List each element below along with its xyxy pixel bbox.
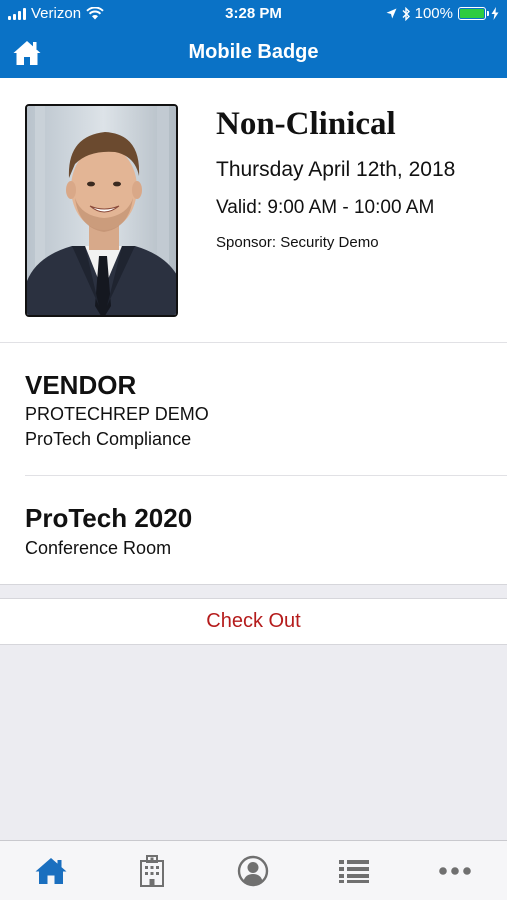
visitor-name: PROTECHREP DEMO	[25, 404, 209, 424]
bluetooth-icon	[402, 6, 410, 21]
visitor-photo	[25, 104, 178, 317]
home-icon	[35, 858, 67, 884]
tab-bar	[0, 840, 507, 900]
tab-list[interactable]	[337, 855, 371, 887]
charging-bolt-icon	[491, 7, 499, 20]
event-location: Conference Room	[25, 538, 172, 558]
navigation-bar: Mobile Badge	[0, 28, 507, 78]
divider	[25, 475, 507, 476]
tab-home[interactable]	[34, 855, 68, 887]
tab-profile[interactable]	[236, 855, 270, 887]
building-icon	[140, 855, 164, 887]
divider	[0, 342, 507, 343]
badge-card: Non-Clinical Thursday April 12th, 2018 V…	[0, 78, 507, 585]
event-name: ProTech 2020	[25, 503, 193, 533]
battery-icon	[458, 7, 489, 20]
badge-type: Non-Clinical	[216, 106, 396, 142]
badge-date: Thursday April 12th, 2018	[216, 158, 456, 181]
tab-more[interactable]	[438, 855, 472, 887]
visitor-role: VENDOR	[25, 370, 137, 400]
battery-percent: 100%	[414, 5, 453, 22]
check-out-button[interactable]: Check Out	[0, 598, 507, 645]
page-title: Mobile Badge	[188, 41, 319, 63]
profile-icon	[237, 855, 269, 887]
list-icon	[339, 860, 369, 883]
location-arrow-icon	[386, 8, 397, 19]
tab-facility[interactable]	[135, 855, 169, 887]
more-icon	[439, 867, 471, 875]
badge-valid-time: Valid: 9:00 AM - 10:00 AM	[216, 197, 435, 218]
badge-sponsor: Sponsor: Security Demo	[216, 234, 379, 251]
visitor-company: ProTech Compliance	[25, 429, 192, 449]
status-bar: Verizon 3:28 PM 100%	[0, 0, 507, 28]
status-right: 100%	[386, 5, 499, 22]
